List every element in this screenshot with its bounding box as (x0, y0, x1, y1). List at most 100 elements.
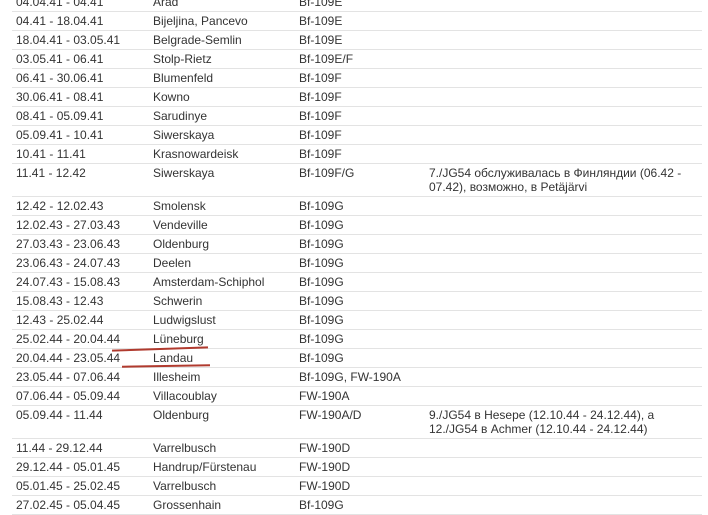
table-row: 15.08.43 - 12.43 Schwerin Bf-109G (12, 291, 702, 311)
table-row: 25.02.44 - 20.04.44 Lüneburg Bf-109G (12, 329, 702, 349)
cell-date: 27.03.43 - 23.06.43 (12, 234, 149, 254)
cell-date: 10.41 - 11.41 (12, 144, 149, 164)
cell-aircraft-type: Bf-109G (295, 329, 425, 349)
cell-date: 07.06.44 - 05.09.44 (12, 386, 149, 406)
cell-date: 15.08.43 - 12.43 (12, 291, 149, 311)
cell-aircraft-type: Bf-109G (295, 291, 425, 311)
cell-notes (425, 438, 702, 458)
cell-place: Stolp-Rietz (149, 49, 295, 69)
cell-place: Siwerskaya (149, 163, 295, 197)
table-row: 12.42 - 12.02.43 Smolensk Bf-109G (12, 196, 702, 216)
cell-aircraft-type: Bf-109G (295, 495, 425, 515)
cell-place: Varrelbusch (149, 476, 295, 496)
table-row: 29.12.44 - 05.01.45 Handrup/Fürstenau FW-1… (12, 457, 702, 477)
cell-notes: 9./JG54 в Hesepe (12.10.44 - 24.12.44), … (425, 405, 702, 439)
cell-date: 11.41 - 12.42 (12, 163, 149, 197)
table-row: 03.05.41 - 06.41 Stolp-Rietz Bf-109E/F (12, 49, 702, 69)
deployment-table-body: 04.04.41 - 04.41 Arad Bf-109E 04.41 - 18.04… (12, 0, 702, 515)
cell-notes (425, 215, 702, 235)
table-row: 06.41 - 30.06.41 Blumenfeld Bf-109F (12, 68, 702, 88)
cell-aircraft-type: FW-190A/D (295, 405, 425, 439)
cell-aircraft-type: Bf-109G, FW-190A (295, 367, 425, 387)
cell-date: 11.44 - 29.12.44 (12, 438, 149, 458)
cell-date: 12.42 - 12.02.43 (12, 196, 149, 216)
cell-notes (425, 106, 702, 126)
cell-notes (425, 329, 702, 349)
cell-place: Ludwigslust (149, 310, 295, 330)
cell-aircraft-type: Bf-109G (295, 215, 425, 235)
cell-aircraft-type: Bf-109E (295, 30, 425, 50)
cell-date: 04.04.41 - 04.41 (12, 0, 149, 12)
cell-date: 05.09.41 - 10.41 (12, 125, 149, 145)
cell-place: Kowno (149, 87, 295, 107)
cell-notes: 7./JG54 обслуживалась в Финляндии (06.42… (425, 163, 702, 197)
cell-place: Arad (149, 0, 295, 12)
cell-aircraft-type: FW-190A (295, 386, 425, 406)
cell-place: Oldenburg (149, 405, 295, 439)
cell-place: Blumenfeld (149, 68, 295, 88)
cell-date: 30.06.41 - 08.41 (12, 87, 149, 107)
cell-notes (425, 476, 702, 496)
cell-place: Vendeville (149, 215, 295, 235)
table-row: 30.06.41 - 08.41 Kowno Bf-109F (12, 87, 702, 107)
cell-notes (425, 272, 702, 292)
cell-aircraft-type: Bf-109F (295, 144, 425, 164)
cell-notes (425, 457, 702, 477)
cell-notes (425, 49, 702, 69)
deployment-table: 04.04.41 - 04.41 Arad Bf-109E 04.41 - 18.04… (12, 0, 702, 515)
table-row: 11.41 - 12.42 Siwerskaya Bf-109F/G 7./JG54 … (12, 163, 702, 197)
cell-notes (425, 196, 702, 216)
cell-aircraft-type: Bf-109E (295, 0, 425, 12)
cell-aircraft-type: Bf-109G (295, 348, 425, 368)
cell-date: 23.06.43 - 24.07.43 (12, 253, 149, 273)
cell-aircraft-type: Bf-109E/F (295, 49, 425, 69)
cell-date: 18.04.41 - 03.05.41 (12, 30, 149, 50)
cell-place: Villacoublay (149, 386, 295, 406)
cell-notes (425, 253, 702, 273)
cell-aircraft-type: Bf-109G (295, 253, 425, 273)
cell-notes (425, 348, 702, 368)
cell-notes (425, 386, 702, 406)
cell-aircraft-type: Bf-109G (295, 310, 425, 330)
cell-notes (425, 68, 702, 88)
cell-aircraft-type: Bf-109F (295, 87, 425, 107)
table-row: 07.06.44 - 05.09.44 Villacoublay FW-190A (12, 386, 702, 406)
table-row: 08.41 - 05.09.41 Sarudinye Bf-109F (12, 106, 702, 126)
table-row: 05.01.45 - 25.02.45 Varrelbusch FW-190D (12, 476, 702, 496)
cell-notes (425, 234, 702, 254)
cell-notes (425, 0, 702, 12)
table-row: 04.41 - 18.04.41 Bijeljina, Pancevo Bf-109… (12, 11, 702, 31)
cell-notes (425, 367, 702, 387)
table-row: 12.02.43 - 27.03.43 Vendeville Bf-109G (12, 215, 702, 235)
table-row: 10.41 - 11.41 Krasnowardeisk Bf-109F (12, 144, 702, 164)
cell-place: Sarudinye (149, 106, 295, 126)
table-row: 23.06.43 - 24.07.43 Deelen Bf-109G (12, 253, 702, 273)
cell-place: Illesheim (149, 367, 295, 387)
cell-date: 12.43 - 25.02.44 (12, 310, 149, 330)
cell-notes (425, 30, 702, 50)
table-row: 18.04.41 - 03.05.41 Belgrade-Semlin Bf-109… (12, 30, 702, 50)
cell-aircraft-type: Bf-109E (295, 11, 425, 31)
cell-place: Siwerskaya (149, 125, 295, 145)
cell-date: 23.05.44 - 07.06.44 (12, 367, 149, 387)
table-row: 11.44 - 29.12.44 Varrelbusch FW-190D (12, 438, 702, 458)
cell-notes (425, 310, 702, 330)
table-row: 23.05.44 - 07.06.44 Illesheim Bf-109G, FW-… (12, 367, 702, 387)
table-row: 27.03.43 - 23.06.43 Oldenburg Bf-109G (12, 234, 702, 254)
cell-date: 06.41 - 30.06.41 (12, 68, 149, 88)
cell-aircraft-type: FW-190D (295, 476, 425, 496)
cell-notes (425, 495, 702, 515)
cell-aircraft-type: FW-190D (295, 457, 425, 477)
cell-place: Schwerin (149, 291, 295, 311)
cell-aircraft-type: FW-190D (295, 438, 425, 458)
cell-aircraft-type: Bf-109G (295, 234, 425, 254)
cell-notes (425, 291, 702, 311)
cell-aircraft-type: Bf-109F (295, 106, 425, 126)
cell-date: 05.09.44 - 11.44 (12, 405, 149, 439)
cell-place: Varrelbusch (149, 438, 295, 458)
cell-aircraft-type: Bf-109F (295, 68, 425, 88)
cell-date: 08.41 - 05.09.41 (12, 106, 149, 126)
cell-notes (425, 125, 702, 145)
cell-place: Amsterdam-Schiphol (149, 272, 295, 292)
table-row: 04.04.41 - 04.41 Arad Bf-109E (12, 0, 702, 12)
